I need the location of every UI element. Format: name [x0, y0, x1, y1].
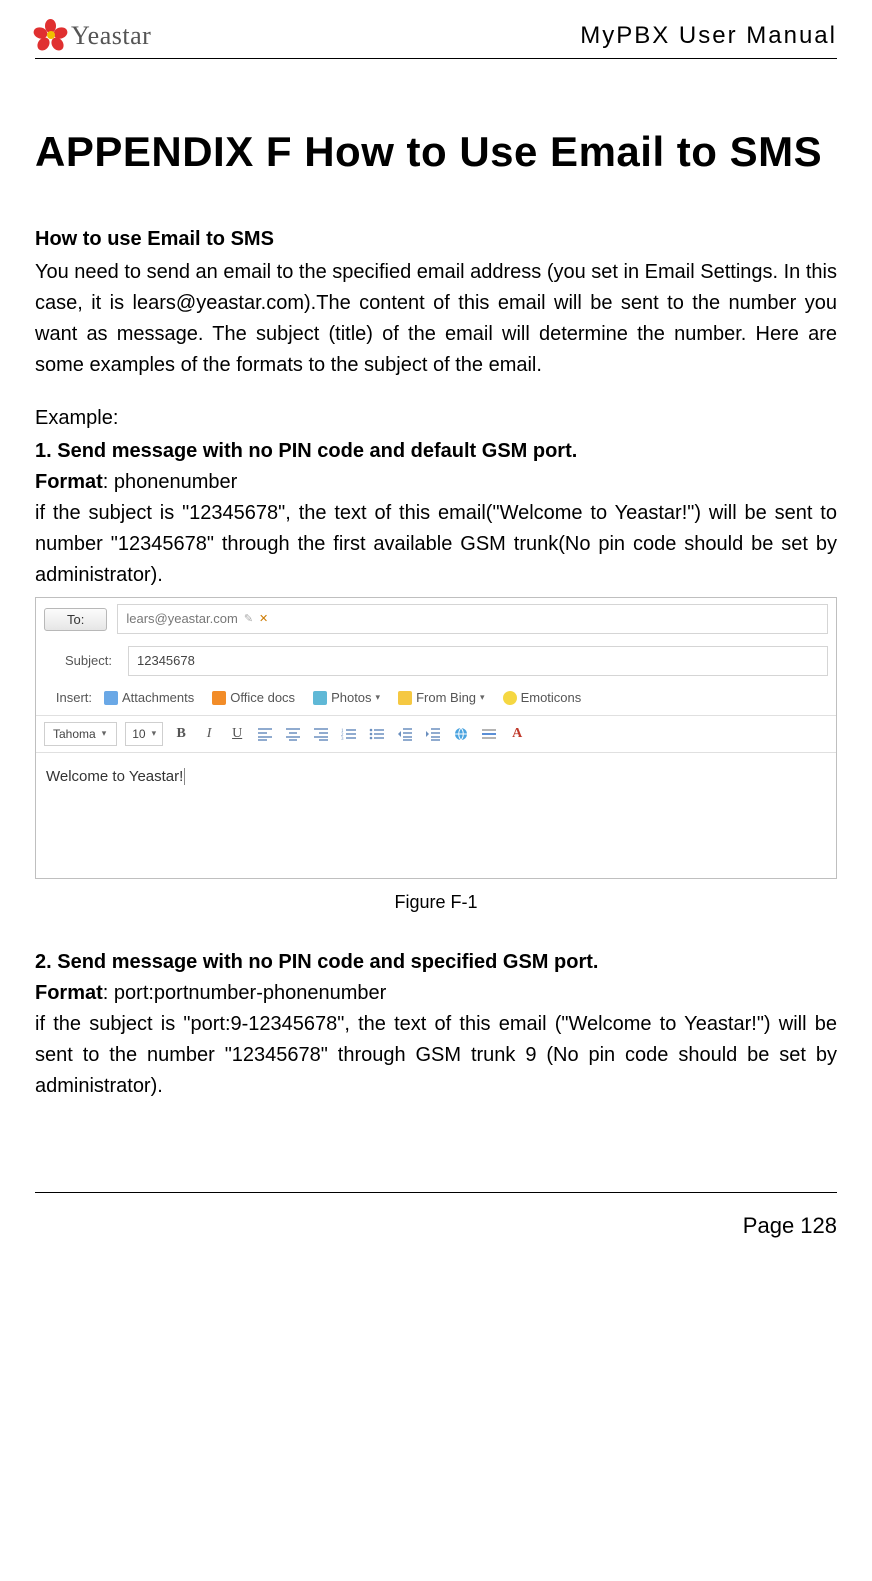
example-label: Example:	[35, 403, 837, 434]
insert-from-bing[interactable]: From Bing▾	[398, 688, 485, 708]
align-right-icon[interactable]	[311, 724, 331, 744]
insert-label: Insert:	[44, 688, 94, 708]
photos-icon	[313, 691, 327, 705]
svg-text:3: 3	[341, 737, 344, 741]
brand-logo: Yeastar	[35, 20, 151, 52]
to-row: To: lears@yeastar.com ✎ ✕	[36, 598, 836, 640]
example1-desc: if the subject is "12345678", the text o…	[35, 498, 837, 591]
to-value: lears@yeastar.com	[126, 609, 237, 629]
example2-format: Format: port:portnumber-phonenumber	[35, 978, 837, 1009]
format-value: : phonenumber	[103, 471, 238, 493]
remove-icon: ✕	[259, 611, 268, 628]
flower-icon	[35, 20, 67, 52]
bold-button[interactable]: B	[171, 724, 191, 744]
email-compose-screenshot: To: lears@yeastar.com ✎ ✕ Subject: 12345…	[35, 597, 837, 879]
subject-row: Subject: 12345678	[36, 640, 836, 682]
font-size-select[interactable]: 10▾	[125, 722, 163, 747]
format-value: : port:portnumber-phonenumber	[103, 982, 387, 1004]
insert-attachments[interactable]: Attachments	[104, 688, 194, 708]
example1-format: Format: phonenumber	[35, 467, 837, 498]
document-title: MyPBX User Manual	[580, 22, 837, 50]
example2-title: 2. Send message with no PIN code and spe…	[35, 947, 837, 978]
numbered-list-icon[interactable]: 123	[339, 724, 359, 744]
example1-title: 1. Send message with no PIN code and def…	[35, 436, 837, 467]
to-field[interactable]: lears@yeastar.com ✎ ✕	[117, 604, 828, 634]
font-family-select[interactable]: Tahoma▾	[44, 722, 117, 747]
insert-row: Insert: Attachments Office docs Photos▾ …	[36, 682, 836, 714]
subject-field[interactable]: 12345678	[128, 646, 828, 676]
align-center-icon[interactable]	[283, 724, 303, 744]
emoticon-icon	[503, 691, 517, 705]
format-label: Format	[35, 471, 103, 493]
document-page: Yeastar MyPBX User Manual APPENDIX F How…	[0, 0, 872, 1269]
section-heading: How to use Email to SMS	[35, 224, 837, 255]
outdent-icon[interactable]	[395, 724, 415, 744]
bullet-list-icon[interactable]	[367, 724, 387, 744]
italic-button[interactable]: I	[199, 724, 219, 744]
page-footer: Page 128	[35, 1192, 837, 1239]
format-label: Format	[35, 982, 103, 1004]
intro-paragraph: You need to send an email to the specifi…	[35, 257, 837, 381]
underline-button[interactable]: U	[227, 724, 247, 744]
hr-icon[interactable]	[479, 724, 499, 744]
insert-photos[interactable]: Photos▾	[313, 688, 380, 708]
indent-icon[interactable]	[423, 724, 443, 744]
page-title: APPENDIX F How to Use Email to SMS	[35, 119, 837, 184]
format-toolbar: Tahoma▾ 10▾ B I U 123	[36, 715, 836, 754]
edit-icon: ✎	[244, 611, 253, 628]
insert-emoticons[interactable]: Emoticons	[503, 688, 582, 708]
subject-label: Subject:	[44, 651, 118, 671]
page-header: Yeastar MyPBX User Manual	[35, 20, 837, 59]
attachment-icon	[104, 691, 118, 705]
brand-name: Yeastar	[71, 21, 151, 51]
insert-office-docs[interactable]: Office docs	[212, 688, 295, 708]
insert-items: Attachments Office docs Photos▾ From Bin…	[104, 688, 581, 708]
compose-text: Welcome to Yeastar!	[46, 768, 185, 785]
font-color-icon[interactable]: A	[507, 724, 527, 744]
office-icon	[212, 691, 226, 705]
compose-area[interactable]: Welcome to Yeastar!	[36, 753, 836, 878]
bing-icon	[398, 691, 412, 705]
figure-caption: Figure F-1	[35, 889, 837, 917]
example2-desc: if the subject is "port:9-12345678", the…	[35, 1009, 837, 1102]
to-button[interactable]: To:	[44, 608, 107, 631]
align-left-icon[interactable]	[255, 724, 275, 744]
link-icon[interactable]	[451, 724, 471, 744]
body-content: How to use Email to SMS You need to send…	[35, 224, 837, 1102]
page-number: Page 128	[743, 1213, 837, 1238]
